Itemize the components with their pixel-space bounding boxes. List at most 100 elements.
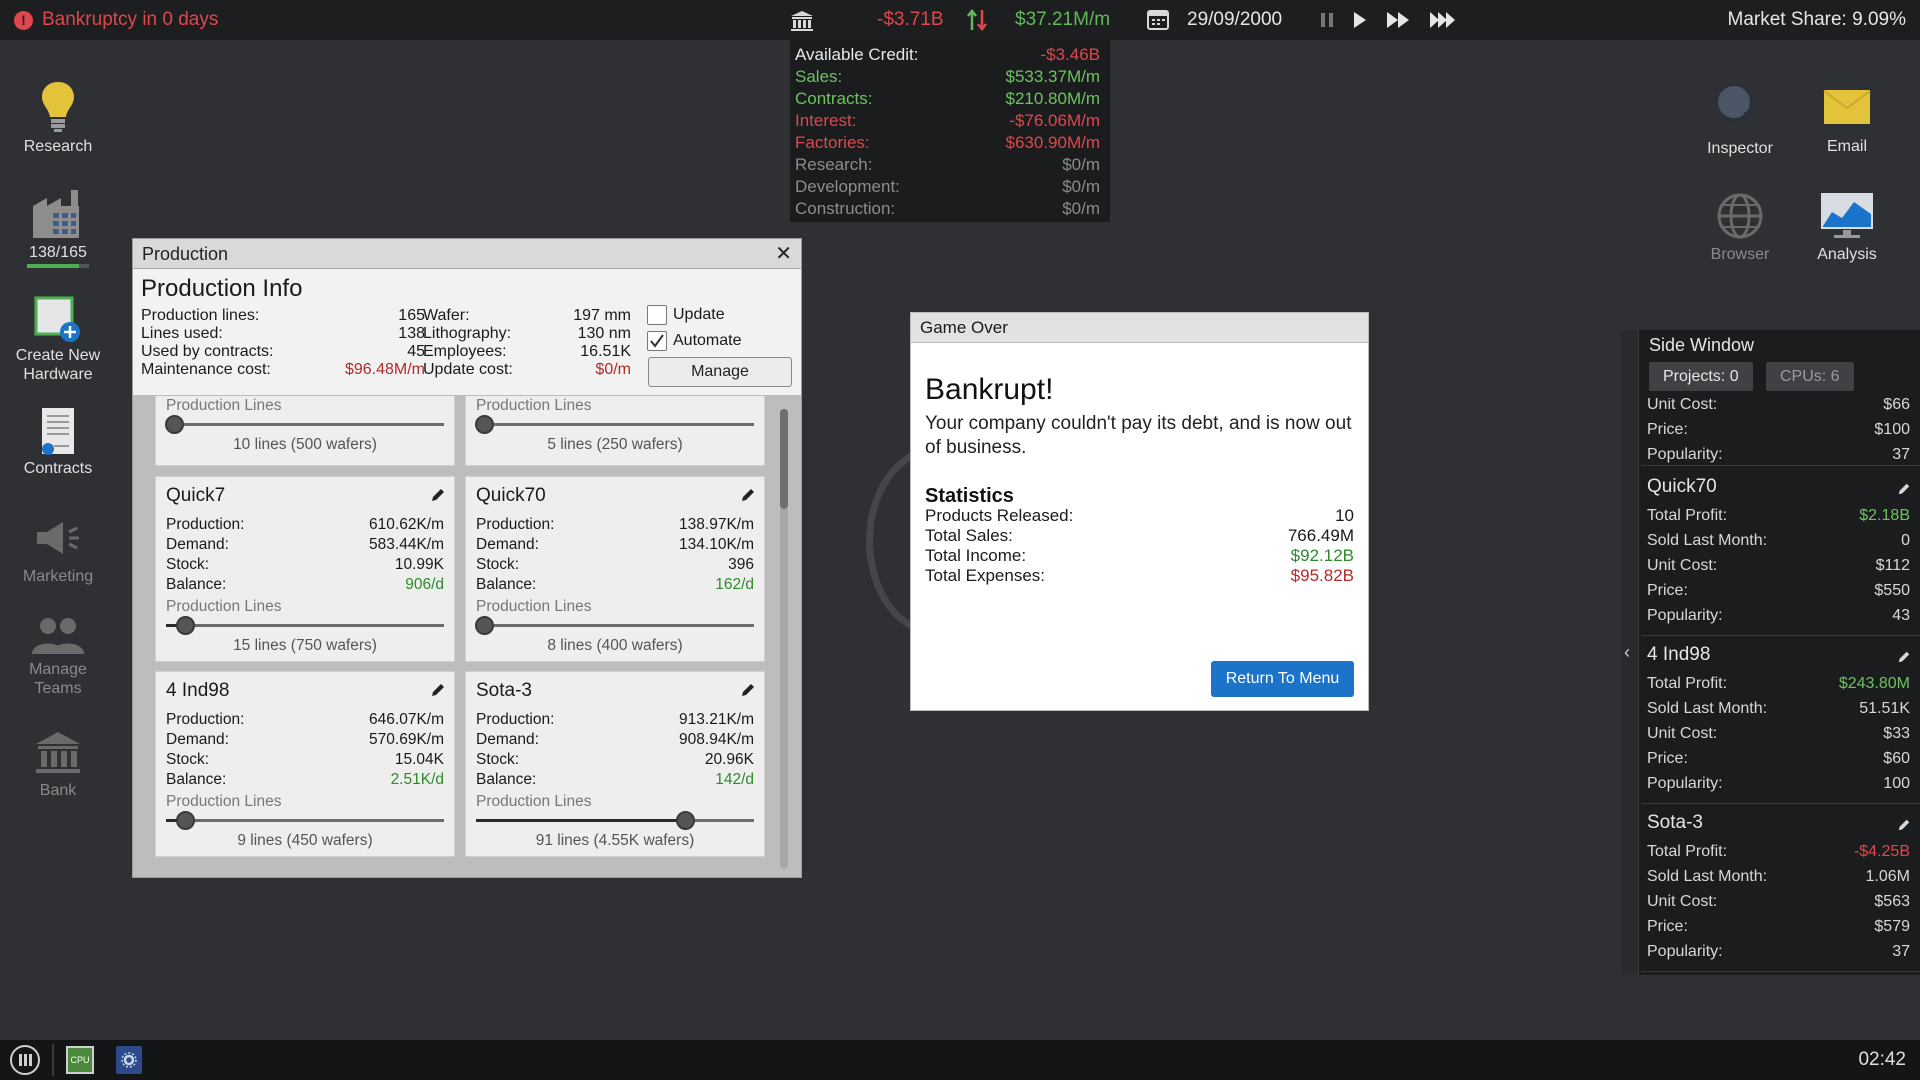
production-lines-caption: 9 lines (450 wafers): [237, 832, 373, 849]
production-lines-slider[interactable]: [475, 616, 754, 635]
inspector-button[interactable]: Inspector: [1690, 78, 1790, 158]
pencil-icon[interactable]: [430, 682, 446, 698]
product-stat-row: Stock: 396: [476, 555, 754, 575]
update-label: Update: [673, 306, 725, 323]
production-lines-slider[interactable]: [476, 811, 754, 830]
return-to-menu-button[interactable]: Return To Menu: [1211, 661, 1354, 697]
market-share[interactable]: Market Share: 9.09%: [1728, 0, 1906, 40]
product-stat-label: Demand:: [476, 536, 539, 553]
side-product-block[interactable]: 4 Ind98 Total Profit: $243.80M Sold Last Mo…: [1641, 636, 1920, 804]
factory-capacity-bar: [27, 264, 89, 268]
fast-forward-icon[interactable]: [1384, 0, 1414, 40]
fastest-forward-icon[interactable]: [1428, 0, 1458, 40]
side-stat-value: $579: [1874, 918, 1910, 935]
pause-icon[interactable]: [1316, 0, 1338, 40]
cpus-tab[interactable]: CPUs: 6: [1766, 362, 1854, 391]
side-window: ‹ Side Window Projects: 0 CPUs: 6 Unit C…: [1621, 330, 1920, 975]
factories-button[interactable]: 138/165: [0, 188, 116, 268]
cpu-app-icon[interactable]: CPU: [66, 1046, 94, 1074]
close-icon[interactable]: ✕: [775, 239, 792, 269]
slider-handle[interactable]: [176, 616, 196, 635]
product-stat-label: Balance:: [476, 576, 537, 593]
finance-row-value: $630.90M/m: [1005, 133, 1101, 152]
production-lines-slider[interactable]: [475, 415, 754, 434]
projects-tab[interactable]: Projects: 0: [1649, 362, 1753, 391]
product-stat-row: Stock: 15.04K: [166, 750, 444, 770]
play-icon[interactable]: [1348, 0, 1370, 40]
product-stat-label: Demand:: [166, 536, 229, 553]
marketing-label: Marketing: [22, 568, 94, 585]
balance-value[interactable]: -$3.71B: [877, 0, 944, 40]
product-stat-label: Stock:: [166, 556, 210, 573]
pencil-icon[interactable]: [1897, 480, 1911, 495]
pencil-icon[interactable]: [430, 487, 446, 503]
pencil-icon[interactable]: [740, 487, 756, 503]
product-stat-row: Balance: 906/d: [166, 575, 444, 595]
product-name: 4 Ind98: [166, 680, 230, 701]
slider-fill: [476, 819, 685, 822]
slider-handle[interactable]: [176, 811, 196, 830]
update-checkbox[interactable]: [647, 305, 667, 325]
side-product-block[interactable]: Quick70 Total Profit: $2.18B Sold Last Mont…: [1641, 468, 1920, 636]
production-info-title: Production Info: [141, 275, 303, 302]
factory-capacity-fill: [27, 264, 79, 268]
product-stat-row: Demand: 908.94K/m: [476, 730, 754, 750]
automate-checkbox[interactable]: [647, 331, 667, 351]
os-menu-icon[interactable]: [10, 1045, 40, 1075]
pencil-icon[interactable]: [1897, 648, 1911, 663]
slider-handle[interactable]: [475, 415, 495, 434]
production-lines-slider[interactable]: [166, 811, 444, 830]
bank-icon[interactable]: [790, 0, 816, 40]
finance-row: Research: $0/m: [795, 154, 1100, 176]
production-lines-label: Production Lines: [166, 793, 282, 810]
side-product-name: Sota-3: [1647, 812, 1703, 833]
email-button[interactable]: Email: [1797, 86, 1897, 156]
side-stat-value: $33: [1883, 725, 1910, 742]
bankruptcy-warning[interactable]: Bankruptcy in 0 days: [42, 0, 218, 40]
settings-app-icon[interactable]: [116, 1046, 142, 1074]
product-name: Quick7: [166, 485, 226, 506]
production-stat-label: Maintenance cost:: [141, 361, 271, 378]
bank-button[interactable]: Bank: [0, 730, 116, 800]
production-scrollbar-thumb[interactable]: [780, 409, 788, 509]
bankrupt-heading: Bankrupt!: [925, 373, 1054, 406]
production-cards-list[interactable]: Production Lines 10 lines (500 wafers) Pro…: [133, 396, 801, 876]
pencil-icon[interactable]: [740, 682, 756, 698]
research-button[interactable]: Research: [0, 80, 116, 156]
manage-button[interactable]: Manage: [648, 357, 792, 387]
pencil-icon[interactable]: [1897, 816, 1911, 831]
chevron-left-icon[interactable]: ‹: [1624, 642, 1630, 663]
bank-dock-icon: [34, 730, 82, 776]
product-stat-value: 583.44K/m: [369, 536, 444, 553]
side-product-block[interactable]: Sota-3 Total Profit: -$4.25B Sold Last Mont…: [1641, 804, 1920, 972]
slider-handle[interactable]: [675, 811, 695, 830]
side-stat-row: Unit Cost: $563: [1647, 891, 1910, 913]
contracts-button[interactable]: Contracts: [0, 406, 116, 478]
marketing-button[interactable]: Marketing: [0, 518, 116, 586]
side-stat-row: Price: $550: [1647, 580, 1910, 602]
statistics-label: Total Expenses:: [925, 566, 1046, 585]
manage-teams-button[interactable]: Manage Teams: [0, 616, 116, 698]
magnifier-icon: [1710, 78, 1770, 136]
production-lines-label: Production Lines: [476, 598, 592, 615]
production-lines-slider[interactable]: [165, 415, 444, 434]
side-product-list[interactable]: Unit Cost: $66 Price: $100 Popularity: 37 Quic…: [1641, 398, 1920, 975]
side-window-collapse-handle[interactable]: ‹: [1621, 330, 1639, 975]
slider-handle[interactable]: [165, 415, 185, 434]
taskbar-clock: 02:42: [1858, 1049, 1906, 1070]
contracts-label: Contracts: [23, 460, 93, 477]
side-window-title: Side Window: [1649, 335, 1755, 355]
production-window-titlebar[interactable]: Production ✕: [133, 239, 801, 269]
production-lines-slider[interactable]: [166, 616, 444, 635]
browser-button[interactable]: Browser: [1690, 192, 1790, 264]
product-stat-label: Balance:: [166, 576, 227, 593]
slider-handle[interactable]: [475, 616, 495, 635]
analysis-button[interactable]: Analysis: [1797, 192, 1897, 264]
cashflow-value[interactable]: $37.21M/m: [1015, 0, 1110, 40]
create-new-hardware-button[interactable]: Create New Hardware: [0, 296, 116, 384]
production-scrollbar[interactable]: [780, 409, 788, 869]
finance-row-value: -$76.06M/m: [1009, 111, 1100, 130]
game-over-title: Game Over: [911, 313, 1368, 343]
browser-label: Browser: [1710, 246, 1770, 263]
finance-row-label: Available Credit:: [795, 45, 919, 64]
